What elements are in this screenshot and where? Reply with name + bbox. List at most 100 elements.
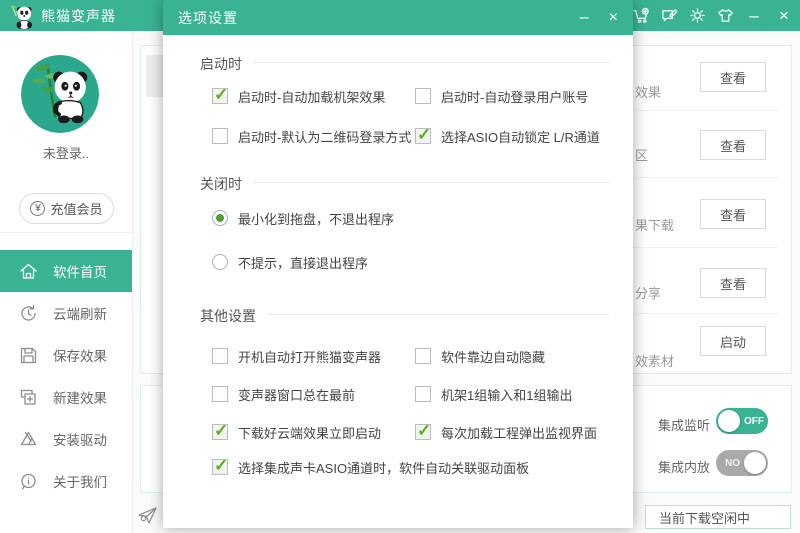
checkbox-label: 每次加载工程弹出监视界面 — [441, 423, 597, 442]
checkbox-unchecked-icon — [415, 386, 431, 402]
view-button[interactable]: 查看 — [700, 199, 766, 229]
checkbox-label: 启动时-自动加载机架效果 — [238, 87, 385, 106]
checkbox-label: 启动时-自动登录用户账号 — [441, 87, 588, 106]
radio-minimize-to-tray[interactable]: 最小化到拖盘，不退出程序 — [212, 206, 394, 230]
radio-label: 不提示，直接退出程序 — [238, 253, 368, 272]
checkbox-auto-start-on-boot[interactable]: 开机自动打开熊猫变声器 — [212, 344, 381, 368]
yen-icon: ¥ — [30, 201, 45, 216]
toggle-value: OFF — [744, 416, 764, 427]
row-label: 分享 — [635, 283, 661, 302]
panda-logo-icon — [8, 3, 34, 29]
menu-label: 保存效果 — [53, 345, 107, 365]
checkbox-label: 选择集成声卡ASIO通道时，软件自动关联驱动面板 — [238, 458, 529, 477]
row-label: 果下载 — [635, 215, 674, 234]
checkbox-unchecked-icon — [415, 348, 431, 364]
new-copy-icon — [19, 388, 38, 407]
sidebar-item-home[interactable]: 软件首页 — [0, 250, 132, 292]
dialog-minimize-button[interactable]: – — [580, 0, 589, 35]
checkbox-unchecked-icon — [212, 386, 228, 402]
view-button[interactable]: 查看 — [700, 62, 766, 92]
row-separator — [633, 177, 778, 178]
view-button[interactable]: 查看 — [700, 268, 766, 298]
sidebar-divider — [0, 232, 132, 233]
toggle-knob — [718, 410, 740, 432]
view-button[interactable]: 查看 — [700, 130, 766, 160]
section-title-other: 其他设置 — [200, 306, 256, 326]
toggle-value: NO — [725, 458, 740, 469]
cart-plus-icon[interactable] — [632, 7, 650, 25]
sidebar-item-install-driver[interactable]: 安装驱动 — [0, 418, 132, 460]
window-minimize-button[interactable]: – — [744, 0, 764, 31]
titlebar-actions: – × — [632, 0, 794, 31]
row-separator — [633, 313, 778, 314]
checkbox-asio-lock-lr[interactable]: 选择ASIO自动锁定 L/R通道 — [415, 124, 600, 148]
internal-play-toggle[interactable]: NO — [716, 450, 768, 476]
checkbox-unchecked-icon — [415, 88, 431, 104]
menu-label: 新建效果 — [53, 387, 107, 407]
app-window: 熊猫变声器 – × — [0, 0, 800, 533]
checkbox-popup-monitor-ui[interactable]: 每次加载工程弹出监视界面 — [415, 420, 597, 444]
radio-label: 最小化到拖盘，不退出程序 — [238, 209, 394, 228]
row-label: 效果 — [635, 82, 661, 101]
home-icon — [19, 262, 38, 281]
toggle-knob — [744, 452, 766, 474]
save-floppy-icon — [19, 346, 38, 365]
checkbox-link-driver-panel[interactable]: 选择集成声卡ASIO通道时，软件自动关联驱动面板 — [212, 455, 529, 479]
dialog-title: 选项设置 — [178, 8, 238, 28]
checkbox-auto-hide-edge[interactable]: 软件靠边自动隐藏 — [415, 344, 545, 368]
checkbox-label: 选择ASIO自动锁定 L/R通道 — [441, 127, 600, 146]
dialog-controls: – × — [580, 0, 618, 35]
dialog-close-button[interactable]: × — [609, 0, 618, 35]
checkbox-label: 下载好云端效果立即启动 — [238, 423, 381, 442]
checkbox-always-on-top[interactable]: 变声器窗口总在最前 — [212, 382, 355, 406]
checkbox-checked-icon — [212, 424, 228, 440]
checkbox-label: 机架1组输入和1组输出 — [441, 385, 572, 404]
checkbox-label: 启动时-默认为二维码登录方式 — [238, 127, 411, 146]
checkbox-checked-icon — [415, 128, 431, 144]
sidebar-menu: 软件首页 云端刷新 保存效果 新建效果 安装驱动 关于我们 — [0, 250, 132, 502]
window-close-button[interactable]: × — [774, 0, 794, 31]
download-status: 当前下载空闲中 — [645, 505, 791, 529]
monitor-toggle[interactable]: OFF — [716, 408, 768, 434]
checkbox-label: 软件靠边自动隐藏 — [441, 347, 545, 366]
user-avatar[interactable] — [21, 55, 99, 133]
settings-dialog: 选项设置 – × 启动时 启动时-自动加载机架效果 启动时-自动登录用户账号 启… — [163, 0, 633, 528]
section-line — [267, 314, 609, 315]
recharge-label: 充值会员 — [50, 199, 102, 218]
row-separator — [633, 247, 778, 248]
checkbox-rack-one-io[interactable]: 机架1组输入和1组输出 — [415, 382, 572, 406]
cloud-refresh-icon — [19, 304, 38, 323]
launch-button[interactable]: 启动 — [700, 326, 766, 356]
checkbox-auto-login[interactable]: 启动时-自动登录用户账号 — [415, 84, 588, 108]
menu-label: 关于我们 — [53, 471, 107, 491]
tshirt-skin-icon[interactable] — [716, 7, 734, 25]
dialog-header: 选项设置 – × — [163, 0, 633, 35]
sidebar-item-save-effect[interactable]: 保存效果 — [0, 334, 132, 376]
paper-plane-icon — [137, 504, 159, 526]
toggle-label: 集成监听 — [658, 415, 710, 434]
toggle-label: 集成内放 — [658, 457, 710, 476]
sidebar-item-about-us[interactable]: 关于我们 — [0, 460, 132, 502]
gear-icon[interactable] — [688, 7, 706, 25]
radio-unselected-icon — [212, 254, 228, 270]
sidebar-item-cloud-refresh[interactable]: 云端刷新 — [0, 292, 132, 334]
about-info-icon — [19, 472, 38, 491]
checkbox-checked-icon — [212, 88, 228, 104]
sidebar: 未登录.. ¥ 充值会员 软件首页 云端刷新 保存效果 新建效果 — [0, 31, 133, 533]
checkbox-label: 开机自动打开熊猫变声器 — [238, 347, 381, 366]
radio-selected-icon — [212, 210, 228, 226]
checkbox-unchecked-icon — [212, 348, 228, 364]
radio-exit-directly[interactable]: 不提示，直接退出程序 — [212, 250, 368, 274]
recharge-member-button[interactable]: ¥ 充值会员 — [19, 193, 114, 224]
section-line — [253, 62, 609, 63]
sidebar-item-new-effect[interactable]: 新建效果 — [0, 376, 132, 418]
checkbox-auto-load-rack[interactable]: 启动时-自动加载机架效果 — [212, 84, 385, 108]
section-title-close: 关闭时 — [200, 174, 242, 194]
row-label: 效素材 — [635, 351, 674, 370]
message-edit-icon[interactable] — [660, 7, 678, 25]
menu-label: 云端刷新 — [53, 303, 107, 323]
checkbox-checked-icon — [415, 424, 431, 440]
menu-label: 安装驱动 — [53, 429, 107, 449]
checkbox-launch-after-download[interactable]: 下载好云端效果立即启动 — [212, 420, 381, 444]
checkbox-qr-login-default[interactable]: 启动时-默认为二维码登录方式 — [212, 124, 411, 148]
